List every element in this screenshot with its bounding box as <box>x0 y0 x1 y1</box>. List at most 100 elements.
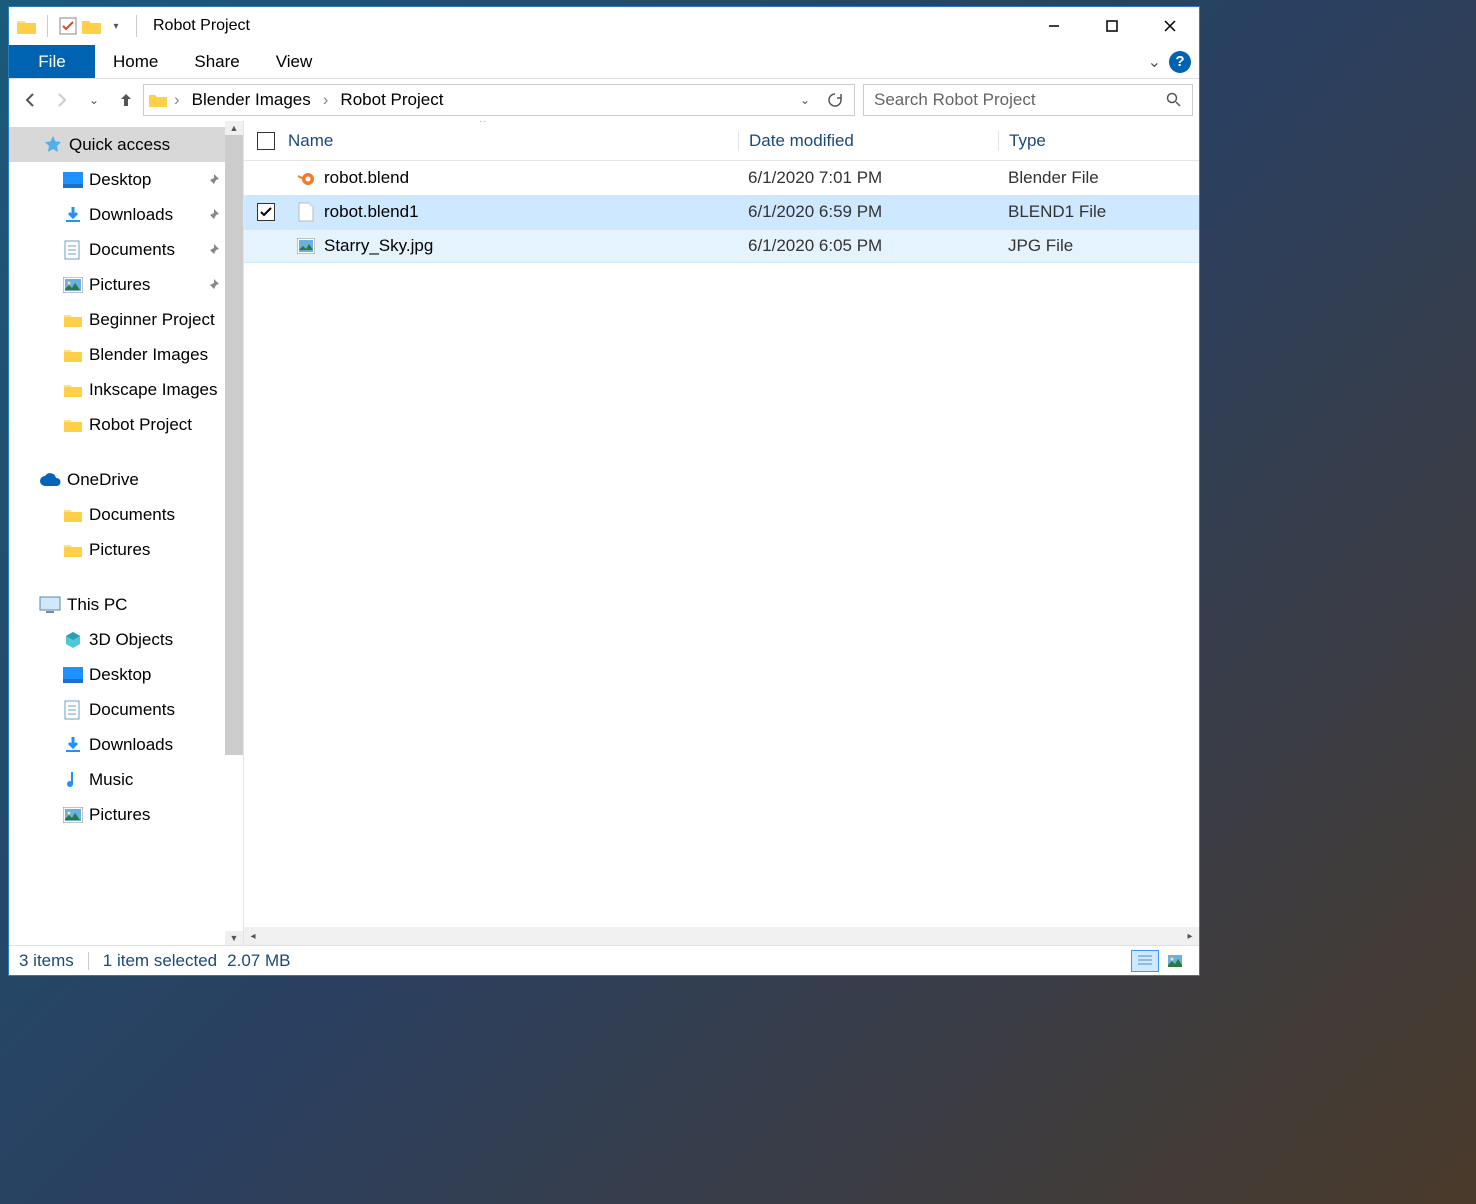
folder-icon <box>63 415 83 435</box>
pc-icon <box>39 596 61 614</box>
3d-icon <box>63 630 83 650</box>
sidebar-item-label: Blender Images <box>89 345 208 365</box>
image-icon <box>296 236 316 256</box>
sidebar-onedrive[interactable]: OneDrive <box>9 462 226 497</box>
folder-qat-icon[interactable] <box>82 16 102 36</box>
hscroll-right[interactable]: ▸ <box>1181 927 1199 945</box>
sidebar-this-pc[interactable]: This PC <box>9 587 226 622</box>
sidebar-label: Quick access <box>69 135 170 155</box>
file-row[interactable]: robot.blend6/1/2020 7:01 PMBlender File <box>244 161 1199 195</box>
search-box[interactable]: Search Robot Project <box>863 84 1193 116</box>
desktop-icon <box>63 170 83 190</box>
pictures-icon <box>63 805 83 825</box>
sidebar-item[interactable]: Beginner Project <box>9 302 226 337</box>
scrollbar-up[interactable]: ▲ <box>225 121 243 135</box>
column-date[interactable]: Date modified <box>738 131 998 151</box>
sidebar-item[interactable]: Downloads <box>9 197 226 232</box>
hscroll-left[interactable]: ◂ <box>244 927 262 945</box>
scrollbar-thumb[interactable] <box>225 135 243 755</box>
address-folder-icon <box>148 90 168 110</box>
blender-icon <box>296 168 316 188</box>
sidebar-item-label: Inkscape Images <box>89 380 218 400</box>
document-icon <box>63 700 83 720</box>
ribbon-expand-icon[interactable]: ⌄ <box>1148 52 1161 72</box>
column-type[interactable]: Type <box>998 131 1199 151</box>
navbar: ⌄ › Blender Images › Robot Project ⌄ Sea… <box>9 79 1199 121</box>
folder-icon <box>63 310 83 330</box>
back-button[interactable] <box>15 84 45 116</box>
sidebar-item[interactable]: Downloads <box>9 727 226 762</box>
forward-button[interactable] <box>47 84 77 116</box>
sidebar-item[interactable]: Robot Project <box>9 407 226 442</box>
address-dropdown[interactable]: ⌄ <box>790 84 820 116</box>
sidebar-item[interactable]: Desktop <box>9 657 226 692</box>
window-title: Robot Project <box>153 17 250 35</box>
folder-icon <box>63 540 83 560</box>
sidebar-label: This PC <box>67 595 127 615</box>
horizontal-scrollbar[interactable]: ◂ ▸ <box>244 927 1199 945</box>
file-row[interactable]: robot.blend1 6/1/2020 6:59 PMBLEND1 File <box>244 195 1199 229</box>
help-button[interactable]: ? <box>1169 51 1191 73</box>
sidebar-item[interactable]: Documents <box>9 692 226 727</box>
maximize-button[interactable] <box>1083 7 1141 45</box>
sidebar-item[interactable]: Pictures <box>9 532 226 567</box>
sidebar-item-label: Beginner Project <box>89 310 215 330</box>
sidebar-item-label: Documents <box>89 700 175 720</box>
view-details-button[interactable] <box>1131 950 1159 972</box>
download-icon <box>63 205 83 225</box>
file-tab[interactable]: File <box>9 45 95 78</box>
qat-dropdown-icon[interactable]: ▾ <box>106 16 126 36</box>
sidebar-item-label: Pictures <box>89 805 150 825</box>
pin-icon <box>206 243 220 257</box>
star-icon <box>43 135 63 155</box>
file-name: Starry_Sky.jpg <box>324 236 433 256</box>
close-button[interactable] <box>1141 7 1199 45</box>
scrollbar-down[interactable]: ▼ <box>225 931 243 945</box>
file-date: 6/1/2020 6:05 PM <box>738 236 998 256</box>
breadcrumb-chevron[interactable]: › <box>317 85 335 115</box>
sidebar-item[interactable]: Desktop <box>9 162 226 197</box>
file-row[interactable]: Starry_Sky.jpg6/1/2020 6:05 PMJPG File <box>244 229 1199 263</box>
sidebar-item[interactable]: Documents <box>9 232 226 267</box>
sidebar-item-label: Pictures <box>89 540 150 560</box>
view-thumbnails-button[interactable] <box>1161 950 1189 972</box>
checkbox-qat-icon[interactable] <box>58 16 78 36</box>
status-bar: 3 items 1 item selected 2.07 MB <box>9 945 1199 975</box>
row-checkbox[interactable] <box>257 203 275 221</box>
pin-icon <box>206 173 220 187</box>
breadcrumb-0[interactable]: Blender Images <box>186 85 317 115</box>
folder-icon <box>17 16 37 36</box>
file-list: Name⌃ Date modified Type robot.blend6/1/… <box>244 121 1199 945</box>
address-bar[interactable]: › Blender Images › Robot Project ⌄ <box>143 84 855 116</box>
sidebar-item-label: Documents <box>89 240 175 260</box>
file-name: robot.blend1 <box>324 202 419 222</box>
up-button[interactable] <box>111 84 141 116</box>
folder-icon <box>63 380 83 400</box>
sidebar-item[interactable]: Blender Images <box>9 337 226 372</box>
tab-view[interactable]: View <box>258 45 331 78</box>
sidebar-quick-access[interactable]: Quick access <box>9 127 226 162</box>
file-date: 6/1/2020 6:59 PM <box>738 202 998 222</box>
refresh-button[interactable] <box>820 84 850 116</box>
document-icon <box>63 240 83 260</box>
sidebar-item[interactable]: Music <box>9 762 226 797</box>
sidebar-item-label: 3D Objects <box>89 630 173 650</box>
select-all-checkbox[interactable] <box>257 132 275 150</box>
sidebar-item[interactable]: Pictures <box>9 267 226 302</box>
tab-share[interactable]: Share <box>176 45 257 78</box>
file-type: BLEND1 File <box>998 202 1199 222</box>
minimize-button[interactable] <box>1025 7 1083 45</box>
sidebar-item-label: Desktop <box>89 665 151 685</box>
tab-home[interactable]: Home <box>95 45 176 78</box>
search-placeholder: Search Robot Project <box>874 90 1166 110</box>
breadcrumb-1[interactable]: Robot Project <box>334 85 449 115</box>
sidebar-item[interactable]: Pictures <box>9 797 226 832</box>
sidebar-item-label: Documents <box>89 505 175 525</box>
sidebar-item[interactable]: Documents <box>9 497 226 532</box>
breadcrumb-chevron[interactable]: › <box>168 85 186 115</box>
sidebar-item[interactable]: Inkscape Images <box>9 372 226 407</box>
column-name[interactable]: Name⌃ <box>288 131 738 151</box>
sidebar-item[interactable]: 3D Objects <box>9 622 226 657</box>
recent-dropdown[interactable]: ⌄ <box>79 84 109 116</box>
status-size: 2.07 MB <box>227 951 290 971</box>
